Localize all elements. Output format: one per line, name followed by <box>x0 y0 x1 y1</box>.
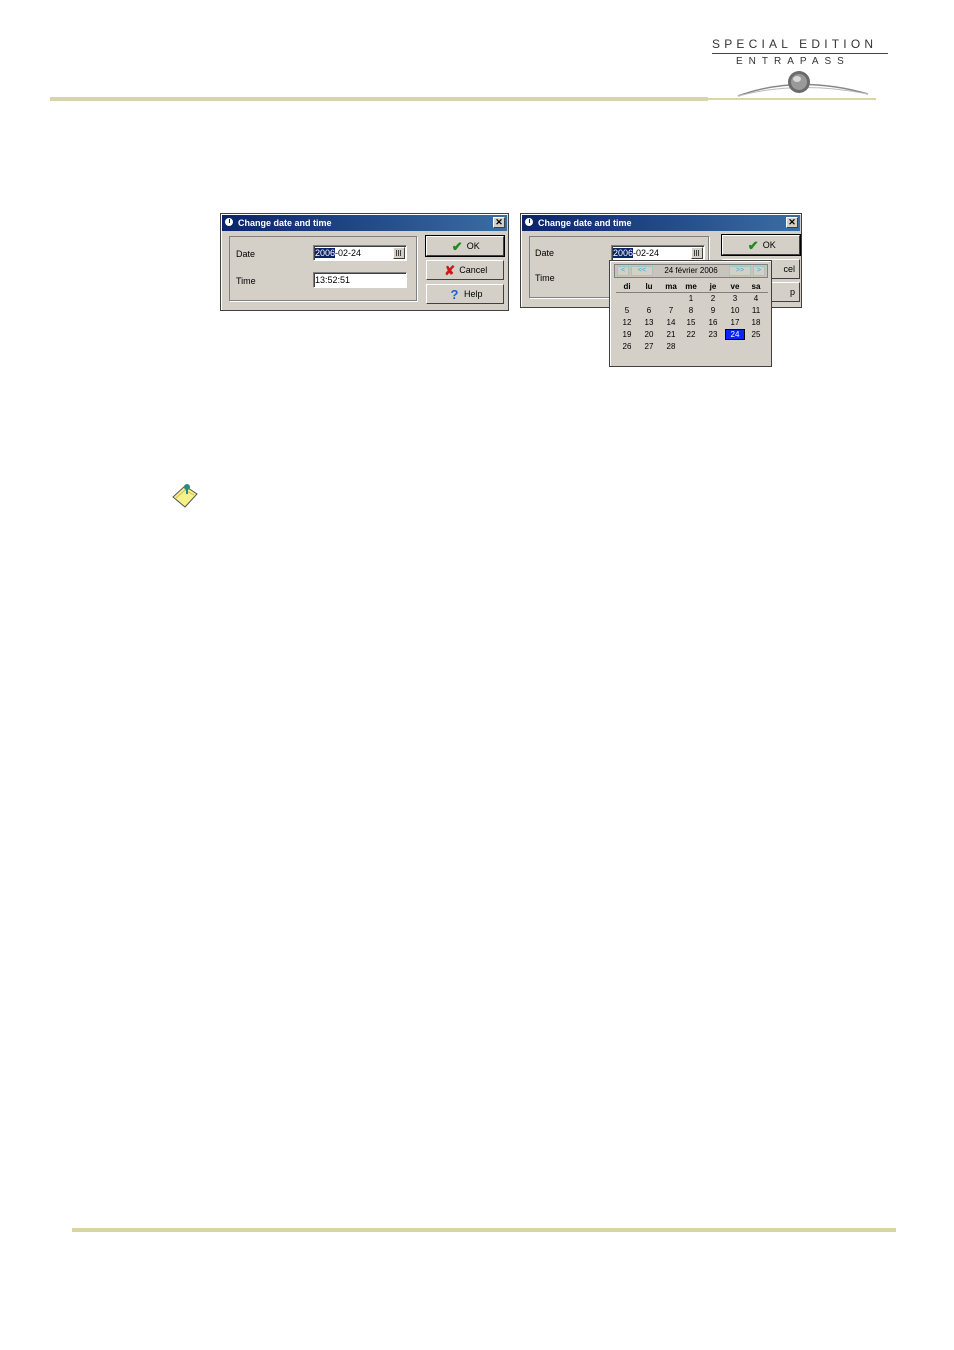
note-icon <box>172 484 198 508</box>
calendar-day[interactable]: 27 <box>639 341 659 352</box>
logo-rule <box>712 53 888 54</box>
logo-swoosh-icon <box>737 71 869 97</box>
calendar-day[interactable]: 18 <box>746 317 766 328</box>
cancel-label: Cancel <box>459 265 488 275</box>
calendar-icon[interactable] <box>393 247 405 259</box>
question-icon: ? <box>450 286 459 302</box>
calendar-day[interactable]: 21 <box>661 329 681 340</box>
prev-month-button[interactable]: < <box>617 266 629 276</box>
calendar-day[interactable]: 1 <box>681 293 701 304</box>
date-year-selection: 2006 <box>613 248 634 258</box>
prev-year-button[interactable]: << <box>631 266 653 276</box>
header-rule <box>50 97 708 101</box>
dialog-titlebar: Change date and time ✕ <box>522 215 800 231</box>
cancel-button[interactable]: ✘ Cancel <box>426 260 504 280</box>
calendar-day[interactable]: 14 <box>661 317 681 328</box>
help-button[interactable]: ? Help <box>426 284 504 304</box>
calendar-day[interactable]: 25 <box>746 329 766 340</box>
dialog-title: Change date and time <box>538 218 632 228</box>
date-field[interactable]: 2006-02-24 <box>313 245 407 261</box>
next-year-button[interactable]: >> <box>729 266 751 276</box>
calendar-day[interactable]: 11 <box>746 305 766 316</box>
dialog-titlebar: Change date and time ✕ <box>222 215 507 231</box>
calendar-popup: < << 24 février 2006 >> > di lu ma me je ve sa… <box>609 260 772 367</box>
calendar-navbar: < << 24 février 2006 >> > <box>614 264 768 278</box>
calendar-day[interactable]: 28 <box>661 341 681 352</box>
calendar-day[interactable]: 2 <box>703 293 723 304</box>
time-field[interactable]: 13:52:51 <box>313 272 407 288</box>
ok-label: OK <box>762 240 776 250</box>
selected-day[interactable]: 24 <box>725 329 745 340</box>
checkmark-icon: ✔ <box>451 238 463 254</box>
calendar-day[interactable]: 5 <box>617 305 637 316</box>
calendar-day[interactable]: 13 <box>639 317 659 328</box>
ok-button[interactable]: ✔ OK <box>425 235 505 257</box>
cancel-label-partial: cel <box>783 264 795 274</box>
header-rule-right <box>708 98 876 100</box>
close-icon[interactable]: ✕ <box>786 217 798 228</box>
calendar-day[interactable]: 4 <box>746 293 766 304</box>
calendar-day[interactable]: 17 <box>725 317 745 328</box>
ok-label: OK <box>466 241 480 251</box>
calendar-day[interactable]: 3 <box>725 293 745 304</box>
calendar-day[interactable]: 19 <box>617 329 637 340</box>
weekday-label: lu <box>645 282 653 291</box>
calendar-day[interactable]: 8 <box>681 305 701 316</box>
next-month-button[interactable]: > <box>753 266 765 276</box>
calendar-day[interactable]: 26 <box>617 341 637 352</box>
help-label-partial: p <box>789 287 795 297</box>
calendar-day[interactable]: 12 <box>617 317 637 328</box>
x-icon: ✘ <box>444 262 456 278</box>
date-year-selection: 2006 <box>315 248 336 258</box>
time-value: 13:52:51 <box>315 275 351 285</box>
ok-button[interactable]: ✔ OK <box>721 234 801 256</box>
calendar-day[interactable]: 6 <box>639 305 659 316</box>
date-label: Date <box>236 249 256 259</box>
dialog-change-date-time: Change date and time ✕ Date 2006-02-24 T… <box>220 213 509 311</box>
calendar-day[interactable]: 7 <box>661 305 681 316</box>
weekday-label: sa <box>751 282 761 291</box>
time-label: Time <box>236 276 256 286</box>
weekday-label: di <box>623 282 631 291</box>
checkmark-icon: ✔ <box>747 237 759 253</box>
dialog-title: Change date and time <box>238 218 332 228</box>
calendar-day[interactable]: 16 <box>703 317 723 328</box>
calendar-day[interactable]: 22 <box>681 329 701 340</box>
calendar-icon[interactable] <box>691 247 703 259</box>
calendar-day[interactable]: 15 <box>681 317 701 328</box>
date-rest: -02-24 <box>335 248 362 258</box>
weekday-label: je <box>709 282 717 291</box>
weekday-label: ma <box>665 282 677 291</box>
date-field[interactable]: 2006-02-24 <box>611 245 705 261</box>
calendar-month-label: 24 février 2006 <box>664 266 718 275</box>
footer-rule <box>72 1228 896 1232</box>
clock-icon <box>224 217 234 227</box>
calendar-day[interactable]: 9 <box>703 305 723 316</box>
weekday-label: ve <box>730 282 740 291</box>
calendar-day[interactable]: 23 <box>703 329 723 340</box>
date-label: Date <box>535 248 555 258</box>
weekday-label: me <box>685 282 697 291</box>
clock-icon <box>524 217 534 227</box>
close-icon[interactable]: ✕ <box>493 217 505 228</box>
help-label: Help <box>464 289 483 299</box>
calendar-day[interactable]: 10 <box>725 305 745 316</box>
time-label: Time <box>535 273 555 283</box>
logo-special-edition: SPECIAL EDITION <box>712 37 878 51</box>
calendar-day[interactable]: 20 <box>639 329 659 340</box>
date-rest: -02-24 <box>633 248 660 258</box>
